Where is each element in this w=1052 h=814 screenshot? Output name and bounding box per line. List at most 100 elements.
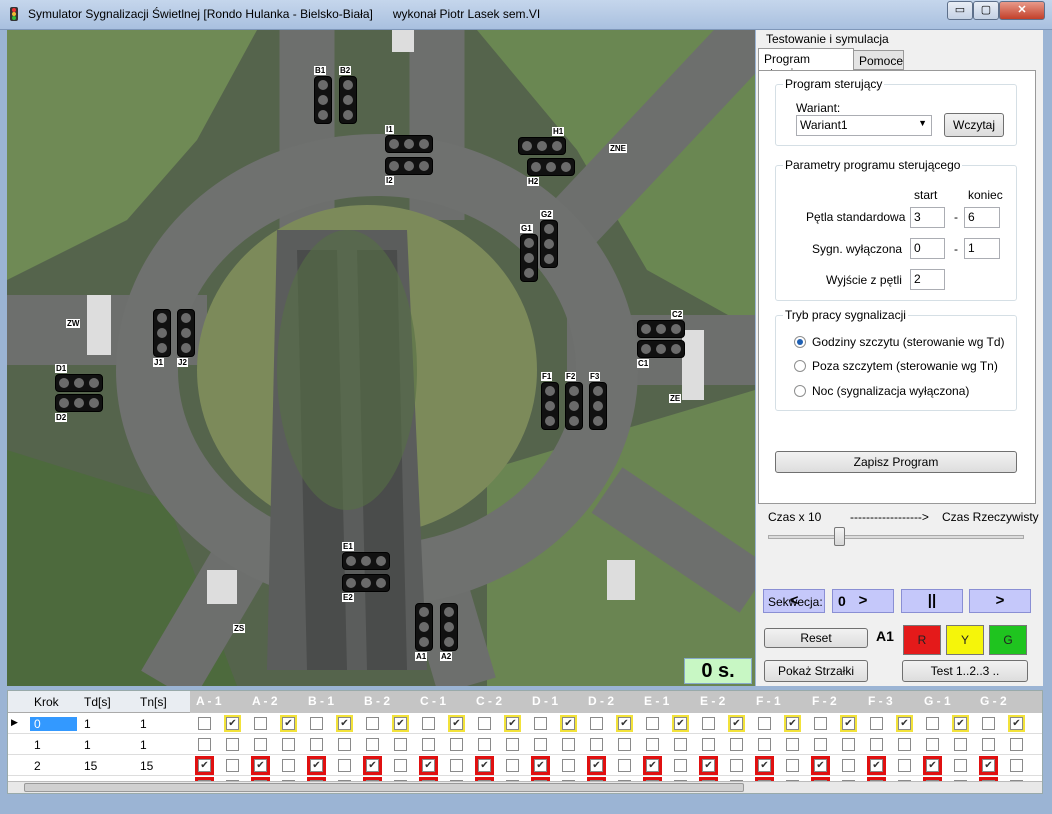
traffic-light-f2[interactable] <box>565 382 583 430</box>
pause-button[interactable]: || <box>901 589 963 613</box>
signal-checkbox[interactable] <box>224 715 241 732</box>
signal-checkbox[interactable] <box>814 738 827 751</box>
signal-checkbox[interactable] <box>419 756 438 775</box>
signal-checkbox[interactable] <box>954 759 967 772</box>
signal-checkbox[interactable] <box>478 717 491 730</box>
traffic-light-d2[interactable] <box>55 394 103 412</box>
signal-checkbox[interactable] <box>254 738 267 751</box>
signal-checkbox[interactable] <box>475 756 494 775</box>
traffic-light-f3[interactable] <box>589 382 607 430</box>
signal-checkbox[interactable] <box>758 717 771 730</box>
signal-checkbox[interactable] <box>643 756 662 775</box>
signal-checkbox[interactable] <box>338 759 351 772</box>
signal-checkbox[interactable] <box>784 715 801 732</box>
signal-off-start-input[interactable]: 0 <box>910 238 945 259</box>
signal-checkbox[interactable] <box>702 738 715 751</box>
signal-checkbox[interactable] <box>786 738 799 751</box>
traffic-light-b2[interactable] <box>339 76 357 124</box>
traffic-light-c2[interactable] <box>637 320 685 338</box>
traffic-light-e2[interactable] <box>342 574 390 592</box>
signal-checkbox[interactable] <box>786 759 799 772</box>
signal-checkbox[interactable] <box>730 759 743 772</box>
green-light-button[interactable]: G <box>989 625 1027 655</box>
mode-night-radio[interactable] <box>794 385 806 397</box>
table-row[interactable] <box>8 734 1042 755</box>
mode-offpeak-radio[interactable] <box>794 360 806 372</box>
tab-pomoce[interactable]: Pomoce <box>854 50 904 70</box>
signal-checkbox[interactable] <box>534 738 547 751</box>
signal-checkbox[interactable] <box>728 715 745 732</box>
save-program-button[interactable]: Zapisz Program <box>775 451 1017 473</box>
signal-checkbox[interactable] <box>674 759 687 772</box>
traffic-light-e1[interactable] <box>342 552 390 570</box>
signal-checkbox[interactable] <box>531 756 550 775</box>
signal-off-end-input[interactable]: 1 <box>964 238 1000 259</box>
row-tn[interactable]: 1 <box>140 717 147 731</box>
signal-checkbox[interactable] <box>366 738 379 751</box>
scrollbar-thumb[interactable] <box>24 783 744 792</box>
signal-checkbox[interactable] <box>226 759 239 772</box>
signal-checkbox[interactable] <box>898 738 911 751</box>
signal-checkbox[interactable] <box>280 715 297 732</box>
signal-checkbox[interactable] <box>310 738 323 751</box>
signal-checkbox[interactable] <box>674 738 687 751</box>
traffic-light-i2[interactable] <box>385 157 433 175</box>
traffic-light-i1[interactable] <box>385 135 433 153</box>
signal-checkbox[interactable] <box>982 717 995 730</box>
signal-checkbox[interactable] <box>560 715 577 732</box>
loop-standard-start-input[interactable]: 3 <box>910 207 945 228</box>
horizontal-scrollbar[interactable] <box>8 781 1042 793</box>
signal-checkbox[interactable] <box>926 717 939 730</box>
signal-checkbox[interactable] <box>979 756 998 775</box>
signal-checkbox[interactable] <box>952 715 969 732</box>
traffic-light-h1[interactable] <box>518 137 566 155</box>
minimize-button[interactable]: ▭ <box>947 1 973 20</box>
mode-peak-radio[interactable] <box>794 336 806 348</box>
signal-checkbox[interactable] <box>870 738 883 751</box>
signal-checkbox[interactable] <box>195 756 214 775</box>
row-krok[interactable]: 0 <box>30 717 77 731</box>
load-button[interactable]: Wczytaj <box>944 113 1004 137</box>
row-tn[interactable]: 15 <box>140 759 153 773</box>
test-button[interactable]: Test 1..2..3 .. <box>902 660 1028 682</box>
signal-checkbox[interactable] <box>506 738 519 751</box>
signal-checkbox[interactable] <box>811 756 830 775</box>
traffic-light-j2[interactable] <box>177 309 195 357</box>
signal-checkbox[interactable] <box>814 717 827 730</box>
signal-checkbox[interactable] <box>422 717 435 730</box>
traffic-light-f1[interactable] <box>541 382 559 430</box>
reset-button[interactable]: Reset <box>764 628 868 648</box>
signal-checkbox[interactable] <box>251 756 270 775</box>
signal-checkbox[interactable] <box>198 717 211 730</box>
signal-checkbox[interactable] <box>422 738 435 751</box>
signal-checkbox[interactable] <box>198 738 211 751</box>
red-light-button[interactable]: R <box>903 625 941 655</box>
maximize-button[interactable]: ▢ <box>973 1 999 20</box>
signal-checkbox[interactable] <box>1010 738 1023 751</box>
signal-checkbox[interactable] <box>366 717 379 730</box>
signal-checkbox[interactable] <box>898 759 911 772</box>
signal-checkbox[interactable] <box>282 759 295 772</box>
close-button[interactable]: ✕ <box>999 1 1045 20</box>
signal-checkbox[interactable] <box>392 715 409 732</box>
table-row[interactable] <box>8 713 1042 734</box>
signal-checkbox[interactable] <box>870 717 883 730</box>
loop-standard-end-input[interactable]: 6 <box>964 207 1000 228</box>
signal-checkbox[interactable] <box>448 715 465 732</box>
signal-checkbox[interactable] <box>534 717 547 730</box>
traffic-light-g1[interactable] <box>520 234 538 282</box>
signal-checkbox[interactable] <box>618 738 631 751</box>
signal-checkbox[interactable] <box>730 738 743 751</box>
signal-checkbox[interactable] <box>616 715 633 732</box>
signal-checkbox[interactable] <box>840 715 857 732</box>
signal-checkbox[interactable] <box>926 738 939 751</box>
traffic-light-g2[interactable] <box>540 220 558 268</box>
row-krok[interactable]: 1 <box>34 738 41 752</box>
signal-checkbox[interactable] <box>562 738 575 751</box>
signal-checkbox[interactable] <box>1008 715 1025 732</box>
signal-checkbox[interactable] <box>923 756 942 775</box>
signal-checkbox[interactable] <box>699 756 718 775</box>
signal-checkbox[interactable] <box>646 717 659 730</box>
signal-checkbox[interactable] <box>590 717 603 730</box>
traffic-light-a1[interactable] <box>415 603 433 651</box>
